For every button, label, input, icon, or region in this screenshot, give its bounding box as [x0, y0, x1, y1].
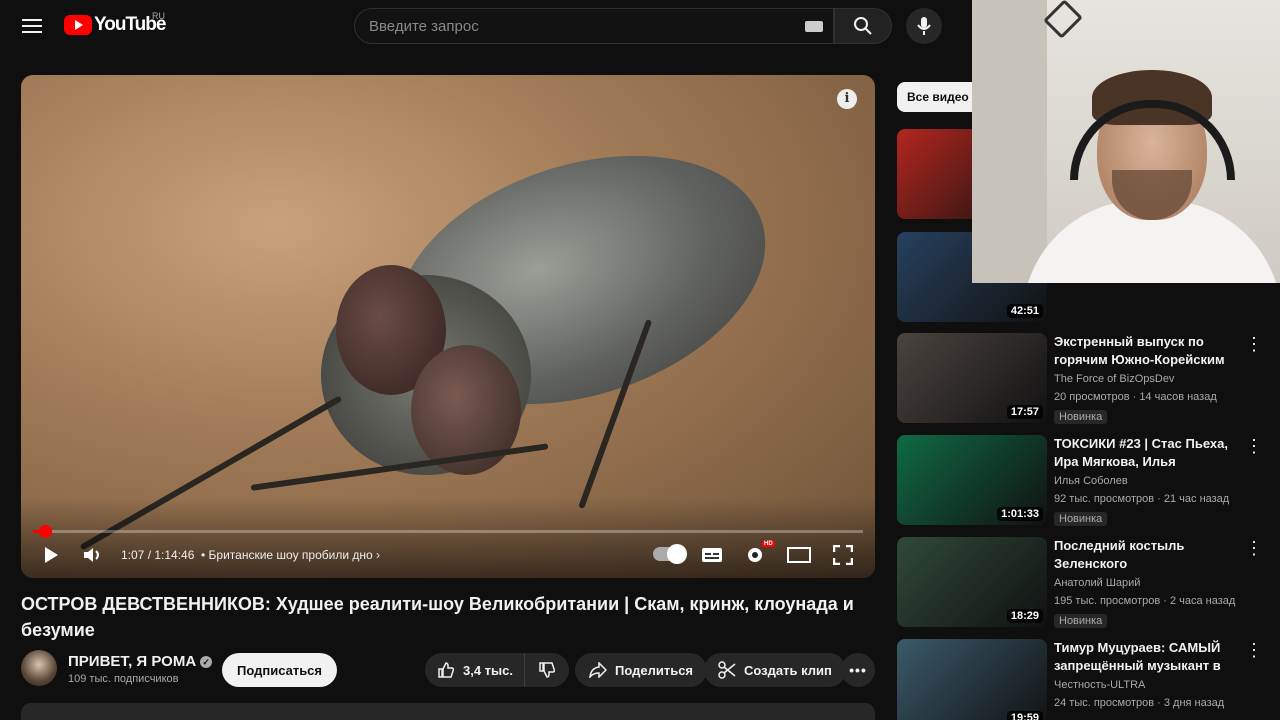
- wall-lamp: [1043, 0, 1083, 39]
- video-thumbnail[interactable]: 19:59: [897, 639, 1047, 720]
- microphone-icon: [917, 17, 931, 35]
- hd-badge: HD: [762, 541, 775, 547]
- like-button[interactable]: 3,4 тыс.: [425, 653, 525, 687]
- info-icon[interactable]: i: [837, 89, 857, 109]
- video-thumbnail[interactable]: 18:29: [897, 537, 1047, 627]
- keyboard-icon[interactable]: [805, 21, 823, 32]
- duration-badge: 19:59: [1006, 711, 1043, 720]
- like-dislike-group: 3,4 тыс.: [425, 653, 569, 687]
- recommendation-title[interactable]: Экстренный выпуск по горячим Южно-Корейс…: [1054, 333, 1234, 369]
- play-icon: [45, 547, 58, 563]
- description-box[interactable]: [21, 703, 875, 720]
- new-badge: Новинка: [1054, 614, 1108, 628]
- chevron-right-icon: ›: [376, 548, 381, 562]
- voice-search-button[interactable]: [906, 8, 942, 44]
- more-vertical-icon[interactable]: ⋮: [1245, 437, 1263, 457]
- clip-label: Создать клип: [744, 662, 832, 678]
- masthead: YouTube RU: [0, 0, 972, 52]
- recommendation-meta: 20 просмотров · 14 часов назад: [1054, 391, 1217, 403]
- like-count: 3,4 тыс.: [463, 662, 513, 678]
- filter-chip-all[interactable]: Все видео: [897, 82, 979, 112]
- progress-bar[interactable]: [33, 525, 863, 538]
- new-badge: Новинка: [1054, 410, 1108, 424]
- search-button[interactable]: [834, 8, 892, 44]
- chapter-label: • Британские шоу пробили дно: [201, 548, 373, 562]
- channel-avatar[interactable]: [21, 650, 57, 686]
- share-label: Поделиться: [615, 662, 694, 678]
- search-input[interactable]: [355, 17, 775, 35]
- duration-badge: 18:29: [1006, 609, 1043, 623]
- volume-icon: [84, 548, 99, 562]
- recommendation-channel-name: The Force of BizOpsDev: [1054, 373, 1175, 385]
- recommendation-channel-name: Честность-ULTRA: [1054, 679, 1146, 691]
- share-button[interactable]: Поделиться: [575, 653, 708, 687]
- channel-row: ПРИВЕТ, Я РОМА ✓ 109 тыс. подписчиков Под…: [21, 648, 875, 692]
- subtitles-button[interactable]: [701, 543, 723, 567]
- subscribe-button[interactable]: Подписаться: [222, 653, 338, 687]
- theater-mode-button[interactable]: [787, 543, 811, 567]
- recommendation-meta: 92 тыс. просмотров · 21 час назад: [1054, 493, 1230, 505]
- new-badge: Новинка: [1054, 512, 1108, 526]
- video-player[interactable]: i 1:07 / 1:14:46 • Британские шоу пробил…: [21, 75, 875, 578]
- subscriber-count: 109 тыс. подписчиков: [68, 673, 179, 685]
- recommendation-title[interactable]: ТОКСИКИ #23 | Стас Пьеха, Ира Мягкова, И…: [1054, 435, 1234, 471]
- recommendation-channel[interactable]: Анатолий Шарий: [1054, 577, 1140, 589]
- theater-icon: [787, 547, 811, 563]
- fullscreen-icon: [833, 545, 853, 565]
- recommendation-meta: 195 тыс. просмотров · 2 часа назад: [1054, 595, 1236, 607]
- channel-name: ПРИВЕТ, Я РОМА: [68, 653, 197, 670]
- recommendation-channel[interactable]: Честность-ULTRA: [1054, 679, 1145, 691]
- more-vertical-icon[interactable]: ⋮: [1245, 335, 1263, 355]
- dislike-button[interactable]: [525, 653, 569, 687]
- autoplay-toggle[interactable]: [653, 544, 687, 564]
- duration-badge: 1:01:33: [997, 507, 1043, 521]
- country-code: RU: [152, 11, 165, 21]
- search-icon: [854, 17, 872, 35]
- autoplay-knob: [667, 544, 687, 564]
- create-clip-button[interactable]: Создать клип: [704, 653, 846, 687]
- youtube-play-icon: [64, 15, 92, 35]
- search-box[interactable]: [354, 8, 834, 44]
- video-thumbnail[interactable]: 17:57: [897, 333, 1047, 423]
- youtube-logo[interactable]: YouTube: [64, 14, 166, 36]
- recommendation-item[interactable]: 17:57 Экстренный выпуск по горячим Южно-К…: [897, 333, 1267, 425]
- recommendation-channel[interactable]: The Force of BizOpsDev: [1054, 373, 1174, 385]
- more-actions-button[interactable]: •••: [841, 653, 875, 687]
- recommendation-item[interactable]: 1:01:33 ТОКСИКИ #23 | Стас Пьеха, Ира Мяг…: [897, 435, 1267, 527]
- video-thumbnail[interactable]: 1:01:33: [897, 435, 1047, 525]
- mute-button[interactable]: [83, 543, 105, 567]
- duration-badge: 17:57: [1006, 405, 1043, 419]
- recommendation-item[interactable]: 18:29 Последний костыль Зеленского ⋮ Анатол…: [897, 537, 1267, 629]
- webcam-background-wall: [972, 0, 1047, 283]
- recommendation-channel-name: Илья Соболев: [1054, 475, 1128, 487]
- more-vertical-icon[interactable]: ⋮: [1245, 539, 1263, 559]
- scissors-icon: [718, 661, 736, 679]
- thumbs-down-icon: [539, 662, 556, 678]
- recommendation-meta: 24 тыс. просмотров · 3 дня назад: [1054, 697, 1225, 709]
- more-horizontal-icon: •••: [849, 662, 867, 678]
- verified-icon: ✓: [200, 656, 213, 669]
- recommendation-channel-name: Анатолий Шарий: [1054, 577, 1141, 589]
- more-vertical-icon[interactable]: ⋮: [1245, 641, 1263, 661]
- recommendation-channel[interactable]: Илья Соболев: [1054, 475, 1128, 487]
- video-title: ОСТРОВ ДЕВСТВЕННИКОВ: Худшее реалити-шоу…: [21, 594, 854, 640]
- chapter-title[interactable]: • Британские шоу пробили дно ›: [201, 548, 380, 562]
- fullscreen-button[interactable]: [833, 543, 853, 567]
- hamburger-icon: [22, 19, 42, 33]
- time-display: 1:07 / 1:14:46: [121, 548, 195, 562]
- play-button[interactable]: [43, 543, 59, 567]
- subtitles-icon: [702, 548, 722, 562]
- thumbs-up-icon: [438, 662, 455, 678]
- gear-icon: [748, 548, 762, 562]
- webcam-overlay: [972, 0, 1280, 283]
- filter-chip-label: Все видео: [907, 90, 969, 104]
- menu-button[interactable]: [18, 12, 46, 40]
- share-icon: [589, 662, 607, 678]
- recommendation-title[interactable]: Последний костыль Зеленского: [1054, 537, 1234, 573]
- duration-badge: 42:51: [1006, 304, 1043, 318]
- recommendation-title[interactable]: Тимур Муцураев: САМЫЙ запрещённый музыка…: [1054, 639, 1234, 675]
- recommendation-item[interactable]: 19:59 Тимур Муцураев: САМЫЙ запрещённый м…: [897, 639, 1267, 720]
- channel-name-link[interactable]: ПРИВЕТ, Я РОМА ✓: [68, 653, 213, 670]
